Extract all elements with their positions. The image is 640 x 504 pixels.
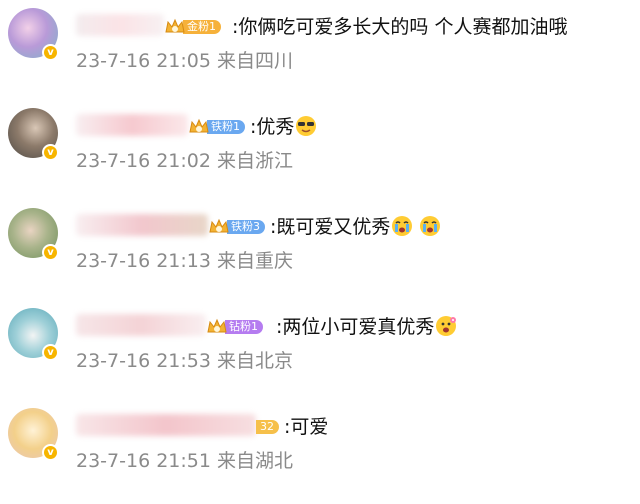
username-blurred[interactable] [76,14,164,36]
fan-level-badge[interactable]: 32 [256,418,279,435]
crown-icon [208,218,230,235]
comment-text: :可爱 [284,416,329,438]
comment-text: :你俩吃可爱多长大的吗 个人赛都加油哦 [232,16,568,38]
fan-level-label: 金粉1 [183,19,221,34]
fan-level-label: 铁粉3 [227,219,265,234]
fan-level-badge[interactable]: 钻粉1 [206,318,263,335]
comment-location: 来自北京 [217,350,294,372]
comment-time: 21:53 [156,350,211,372]
comment-date: 23-7-16 [76,150,151,172]
fan-level-badge[interactable]: 铁粉1 [188,118,245,135]
comment-text: :既可爱又优秀 [270,214,441,240]
crying-emoji-icon [419,215,441,237]
fan-level-label: 钻粉1 [225,319,263,334]
crown-icon [188,118,210,135]
comment-meta: 23-7-16 21:13 来自重庆 [76,248,293,274]
comment-time: 21:51 [156,450,211,472]
comment-time: 21:05 [156,50,211,72]
comment-date: 23-7-16 [76,250,151,272]
comment-item: v 32 :可爱 23-7-16 21:51 来自湖北 [0,400,640,500]
comment-location: 来自重庆 [217,250,294,272]
comment-meta: 23-7-16 21:02 来自浙江 [76,148,293,174]
comment-text-content: :优秀 [250,116,295,138]
comment-item: v 铁粉3 :既可爱又优秀 23-7-16 21:13 来自重庆 [0,200,640,300]
verified-v-icon: v [42,44,59,61]
comment-meta: 23-7-16 21:51 来自湖北 [76,448,293,474]
username-blurred[interactable] [76,214,208,236]
crying-emoji-icon [391,215,413,237]
verified-v-icon: v [42,144,59,161]
verified-v-icon: v [42,244,59,261]
fan-level-badge[interactable]: 金粉1 [164,18,221,35]
fan-level-label: 32 [256,419,279,434]
comment-item: v 铁粉1 :优秀 23-7-16 21:02 来自浙江 [0,100,640,200]
verified-v-icon: v [42,444,59,461]
comment-time: 21:13 [156,250,211,272]
flower-emoji-icon [435,315,457,337]
comment-date: 23-7-16 [76,450,151,472]
crown-icon [206,318,228,335]
comment-location: 来自湖北 [217,450,294,472]
verified-v-icon: v [42,344,59,361]
comment-text: :优秀 [250,114,317,140]
comment-location: 来自浙江 [217,150,294,172]
username-blurred[interactable] [76,114,188,136]
sunglasses-emoji-icon [295,115,317,137]
comment-date: 23-7-16 [76,350,151,372]
comment-date: 23-7-16 [76,50,151,72]
comment-item: v 金粉1 :你俩吃可爱多长大的吗 个人赛都加油哦 23-7-16 21:05 … [0,0,640,100]
comment-text-content: :两位小可爱真优秀 [276,316,435,338]
comment-time: 21:02 [156,150,211,172]
fan-level-badge[interactable]: 铁粉3 [208,218,265,235]
comment-meta: 23-7-16 21:53 来自北京 [76,348,293,374]
username-blurred[interactable] [76,314,206,336]
comment-location: 来自四川 [217,50,294,72]
comment-text: :两位小可爱真优秀 [276,314,457,340]
crown-icon [164,18,186,35]
username-blurred[interactable] [76,414,256,436]
comment-item: v 钻粉1 :两位小可爱真优秀 23-7-16 21:53 来自北京 [0,300,640,400]
comment-meta: 23-7-16 21:05 来自四川 [76,48,293,74]
fan-level-label: 铁粉1 [207,119,245,134]
comment-text-content: :既可爱又优秀 [270,216,391,238]
